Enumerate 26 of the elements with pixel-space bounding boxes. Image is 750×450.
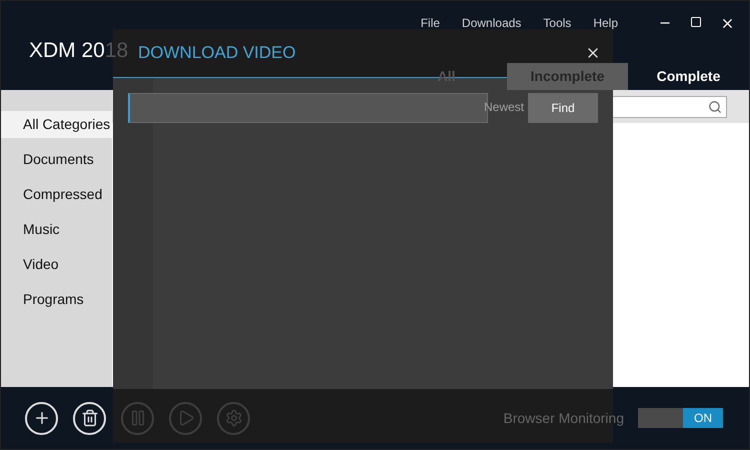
category-item[interactable]: Documents (1, 146, 112, 173)
settings-icon (224, 409, 242, 427)
browser-monitoring-label: Browser Monitoring (503, 408, 624, 428)
find-button[interactable]: Find (528, 93, 598, 123)
category-item[interactable]: Music (1, 216, 112, 243)
toggle-switch[interactable]: ON (638, 408, 723, 428)
menu-item[interactable]: File (420, 14, 440, 32)
category-item[interactable]: Programs (1, 286, 112, 313)
trash-icon (80, 409, 98, 427)
sort-label[interactable]: Newest (484, 98, 524, 116)
search-field[interactable] (612, 96, 727, 118)
dialog-title: DOWNLOAD VIDEO (138, 42, 296, 64)
category-item[interactable]: Video (1, 251, 112, 278)
window-title: XDM 2018 (29, 38, 128, 64)
menu-item[interactable]: Tools (543, 14, 572, 32)
menu-item[interactable]: Downloads (462, 14, 522, 32)
delete-button[interactable] (73, 402, 106, 434)
add-button[interactable] (25, 402, 58, 434)
tab[interactable]: Complete (628, 63, 749, 90)
category-item[interactable]: Compressed (1, 181, 112, 208)
search-icon (708, 100, 722, 114)
menu-item[interactable]: Help (593, 14, 618, 32)
maximize-icon[interactable] (690, 16, 702, 28)
close-icon[interactable] (720, 16, 735, 31)
toggle-state: ON (683, 408, 723, 428)
category-item[interactable]: All Categories (1, 111, 112, 138)
